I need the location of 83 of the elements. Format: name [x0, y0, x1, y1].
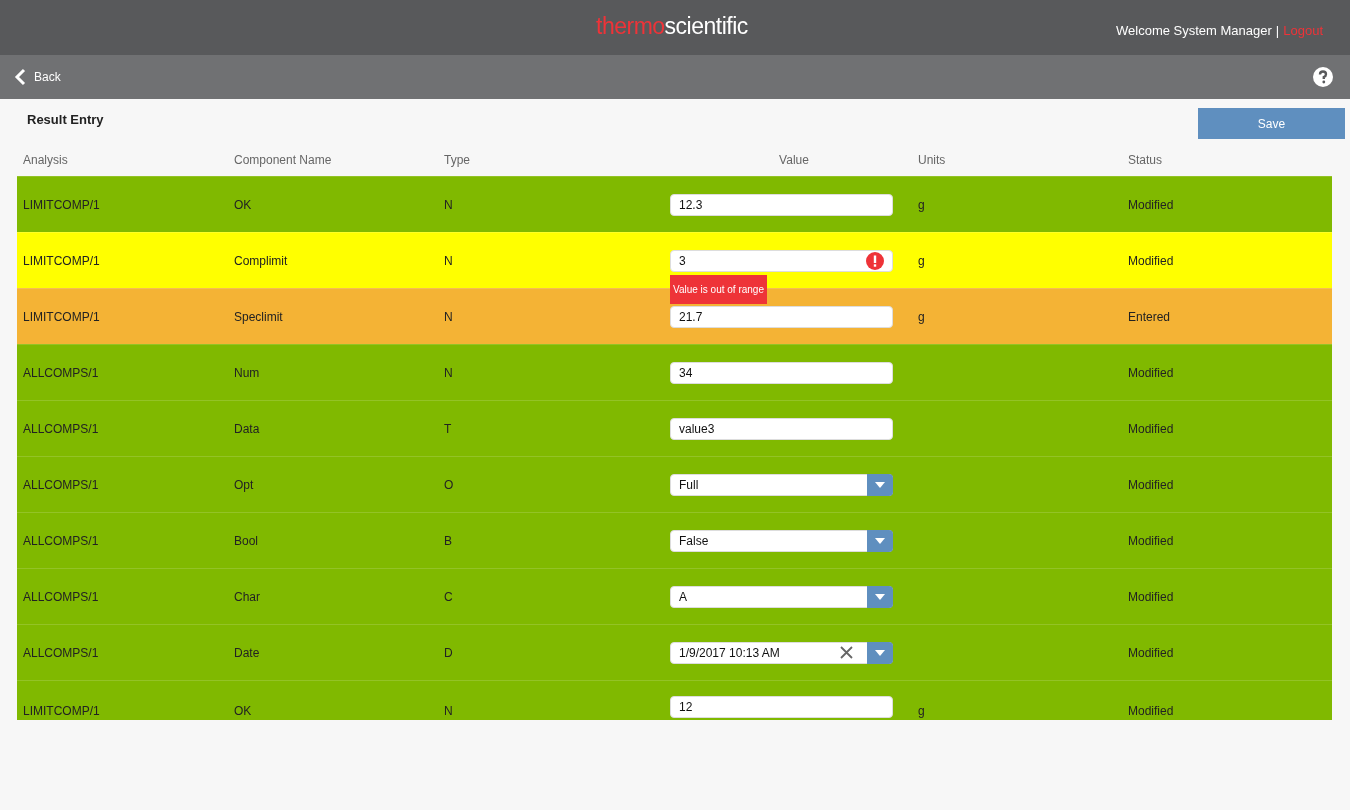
table-cell-text: Entered [1128, 309, 1172, 324]
table-cell-text: LIMITCOMP/1 [23, 704, 101, 718]
table-cell-text: ALLCOMPS/1 [23, 645, 100, 660]
table-cell-text: ALLCOMPS/1 [23, 533, 100, 548]
logo-product: scientific [664, 13, 748, 39]
table-cell-text: Complimit [234, 253, 289, 268]
chevron-left-icon [14, 68, 26, 86]
table-cell-text: LIMITCOMP/1 [23, 309, 101, 324]
table-row[interactable]: ALLCOMPS/1 Data T value3 Modified [17, 400, 1332, 456]
caret-down-icon [875, 649, 885, 656]
value-field[interactable]: 12.3 [670, 193, 893, 216]
table-cell-text: C [444, 589, 454, 604]
table-cell-text: N [444, 253, 454, 268]
value-field[interactable]: 3 [670, 249, 893, 272]
table-row[interactable]: LIMITCOMP/1 OK N 12 g Modified [17, 680, 1332, 720]
table-cell-text: Modified [1128, 589, 1175, 604]
table-cell-text: N [444, 704, 454, 718]
table-row[interactable]: ALLCOMPS/1 Bool B False Modified [17, 512, 1332, 568]
dropdown-field[interactable]: Full [670, 473, 893, 496]
caret-down-icon [875, 537, 885, 544]
table-cell-text: OK [234, 197, 253, 212]
logo-brand: thermo [596, 13, 665, 39]
caret-down-icon [875, 481, 885, 488]
table-cell-text: ALLCOMPS/1 [23, 589, 100, 604]
error-tooltip: Value is out of range [670, 274, 767, 304]
table-cell-text: T [444, 421, 453, 436]
table-cell-text: Opt [234, 477, 255, 492]
value-field[interactable]: 34 [670, 361, 893, 384]
table-cell-text: g [918, 253, 926, 268]
table-cell-text: Modified [1128, 365, 1175, 380]
dropdown-field[interactable]: False [670, 529, 893, 552]
table-cell-text: g [918, 197, 926, 212]
table-cell-text: g [918, 309, 926, 324]
table-cell-text: LIMITCOMP/1 [23, 197, 101, 212]
table-cell-text: Modified [1128, 704, 1175, 718]
table-cell-text: N [444, 309, 454, 324]
table-cell-text: LIMITCOMP/1 [23, 253, 101, 268]
table-cell-text: D [444, 645, 454, 660]
separator: | [1275, 23, 1280, 38]
value-field[interactable]: 21.7 [670, 305, 893, 328]
clear-icon[interactable] [840, 646, 853, 659]
table-cell-text: ALLCOMPS/1 [23, 365, 100, 380]
table-cell-text: N [444, 197, 454, 212]
table-row[interactable]: ALLCOMPS/1 Num N 34 Modified [17, 344, 1332, 400]
column-header: Value [778, 152, 810, 167]
table-cell-text: Speclimit [234, 309, 284, 324]
table-cell-text: ALLCOMPS/1 [23, 421, 100, 436]
table-cell-text: Modified [1128, 477, 1175, 492]
welcome-text: Welcome System Manager [1116, 23, 1272, 38]
table-row[interactable]: ALLCOMPS/1 Char C A Modified [17, 568, 1332, 624]
table-cell-text: Modified [1128, 197, 1175, 212]
table-cell-text: Modified [1128, 421, 1175, 436]
table-cell-text: Modified [1128, 533, 1175, 548]
value-field[interactable]: 12 [670, 696, 893, 718]
table-cell-text: g [918, 704, 926, 718]
table-cell-text: O [444, 477, 455, 492]
column-header: Component Name [234, 152, 333, 167]
table-cell-text: Data [234, 421, 261, 436]
table-row[interactable]: LIMITCOMP/1 OK N 12.3 g Modified [17, 176, 1332, 232]
column-header: Analysis [23, 152, 69, 167]
error-icon [866, 251, 884, 270]
column-header: Type [444, 152, 471, 167]
value-field[interactable]: value3 [670, 417, 893, 440]
date-field[interactable]: 1/9/2017 10:13 AM [670, 641, 893, 664]
table-cell-text: Modified [1128, 253, 1175, 268]
table-cell-text: OK [234, 704, 253, 718]
table-row[interactable]: ALLCOMPS/1 Date D 1/9/2017 10:13 AM Modified [17, 624, 1332, 680]
back-button[interactable]: Back [14, 68, 61, 86]
table-cell-text: Date [234, 645, 261, 660]
table-cell-text: Char [234, 589, 261, 604]
table-cell-text: Bool [234, 533, 260, 548]
column-header: Status [1128, 152, 1164, 167]
table-cell-text: Modified [1128, 645, 1175, 660]
column-header: Units [918, 152, 947, 167]
table-cell-text: ALLCOMPS/1 [23, 477, 100, 492]
caret-down-icon [875, 593, 885, 600]
table-cell-text: N [444, 365, 454, 380]
page-title: Result Entry [27, 112, 104, 127]
help-icon[interactable] [1313, 67, 1333, 87]
table-row[interactable]: ALLCOMPS/1 Opt O Full Modified [17, 456, 1332, 512]
dropdown-field[interactable]: A [670, 585, 893, 608]
table-cell-text: Num [234, 365, 261, 380]
table-cell-text: B [444, 533, 453, 548]
